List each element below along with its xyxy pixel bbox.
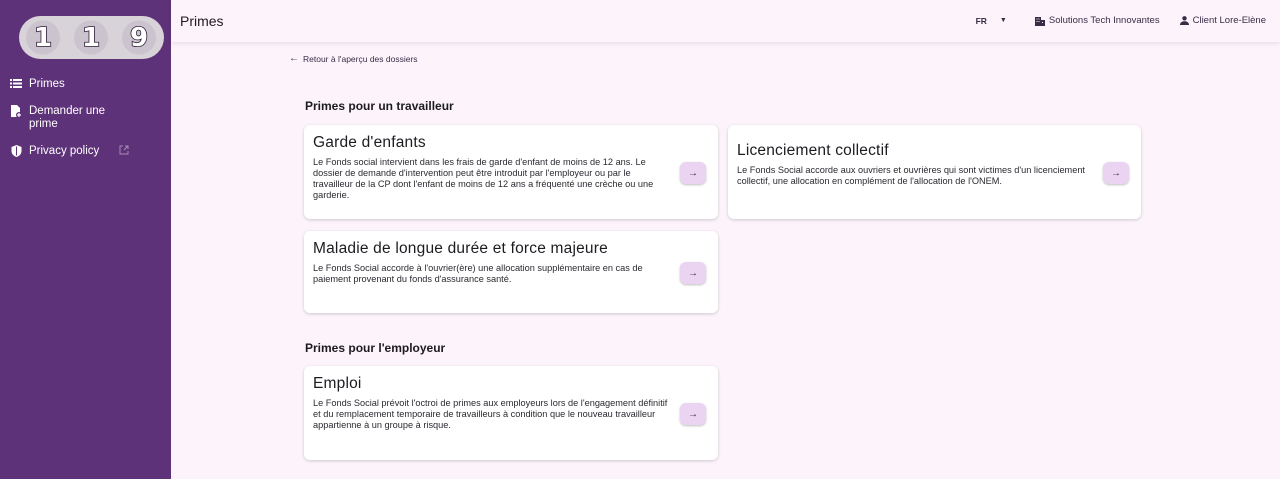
card-description: Le Fonds social intervient dans les frai… bbox=[313, 157, 654, 200]
card-title: Licenciement collectif bbox=[737, 142, 889, 159]
sidebar-nav: Primes Demander une prime Privacy policy bbox=[0, 78, 171, 173]
open-button[interactable]: → bbox=[680, 262, 706, 284]
user-icon bbox=[1179, 16, 1189, 25]
user-name: Client Lore-Elène bbox=[1192, 15, 1266, 26]
card-emploi[interactable]: Emploi Le Fonds Social prévoit l'octroi … bbox=[304, 366, 718, 460]
card-description: Le Fonds Social prévoit l'octroi de prim… bbox=[313, 398, 668, 430]
building-icon bbox=[1034, 16, 1045, 26]
sidebar-item-label: Demander une prime bbox=[29, 105, 106, 130]
open-button[interactable]: → bbox=[1103, 162, 1129, 184]
logo-digit: 1 bbox=[34, 23, 52, 53]
language-select[interactable]: FR ▼ bbox=[976, 16, 1007, 26]
card-description: Le Fonds Social accorde aux ouvriers et … bbox=[737, 165, 1085, 186]
logo-digit: 1 bbox=[82, 23, 100, 53]
user-menu[interactable]: Client Lore-Elène bbox=[1179, 15, 1266, 26]
card-title: Emploi bbox=[313, 375, 362, 392]
back-link[interactable]: ← Retour à l'aperçu des dossiers bbox=[289, 53, 418, 64]
logo-digit: 9 bbox=[130, 23, 148, 53]
card-title: Garde d'enfants bbox=[313, 134, 426, 151]
sidebar-item-label: Primes bbox=[29, 78, 65, 90]
arrow-right-icon: → bbox=[688, 167, 698, 179]
top-bar-actions: FR ▼ Solutions Tech Innovantes Client Lo… bbox=[976, 15, 1266, 26]
caret-down-icon: ▼ bbox=[999, 17, 1007, 24]
card-description: Le Fonds Social accorde à l'ouvrier(ère)… bbox=[313, 263, 643, 284]
sidebar-item-privacy-policy[interactable]: Privacy policy bbox=[0, 145, 171, 159]
file-add-icon bbox=[9, 105, 23, 118]
card-licenciement-collectif[interactable]: Licenciement collectif Le Fonds Social a… bbox=[728, 125, 1141, 219]
language-value: FR bbox=[975, 15, 987, 26]
card-maladie-longue-duree[interactable]: Maladie de longue durée et force majeure… bbox=[304, 231, 718, 313]
sidebar-item-demander-une-prime[interactable]: Demander une prime bbox=[0, 105, 171, 131]
arrow-right-icon: → bbox=[688, 267, 698, 279]
company-switcher[interactable]: Solutions Tech Innovantes bbox=[1034, 15, 1160, 26]
external-link-icon bbox=[119, 145, 129, 159]
sidebar: 1 1 9 Primes Demander une prime Privacy … bbox=[0, 0, 171, 479]
card-title: Maladie de longue durée et force majeure bbox=[313, 240, 608, 257]
shield-icon bbox=[9, 145, 23, 157]
main-content: ← Retour à l'aperçu des dossiers Primes … bbox=[171, 42, 1280, 479]
arrow-left-icon: ← bbox=[289, 53, 299, 64]
section-title-employeur: Primes pour l'employeur bbox=[305, 341, 446, 355]
list-icon bbox=[9, 78, 23, 89]
company-name: Solutions Tech Innovantes bbox=[1048, 15, 1160, 26]
top-bar: Primes FR ▼ Solutions Tech Innovantes Cl… bbox=[171, 0, 1280, 42]
section-title-travailleur: Primes pour un travailleur bbox=[305, 99, 454, 113]
sidebar-item-primes[interactable]: Primes bbox=[0, 78, 171, 91]
arrow-right-icon: → bbox=[688, 408, 698, 420]
card-garde-enfants[interactable]: Garde d'enfants Le Fonds social intervie… bbox=[304, 125, 718, 219]
sidebar-item-label: Privacy policy bbox=[29, 145, 100, 157]
back-link-label: Retour à l'aperçu des dossiers bbox=[303, 53, 418, 64]
open-button[interactable]: → bbox=[680, 403, 706, 425]
logo-119[interactable]: 1 1 9 bbox=[19, 16, 164, 59]
arrow-right-icon: → bbox=[1111, 167, 1121, 179]
page-title: Primes bbox=[180, 13, 224, 29]
open-button[interactable]: → bbox=[680, 162, 706, 184]
